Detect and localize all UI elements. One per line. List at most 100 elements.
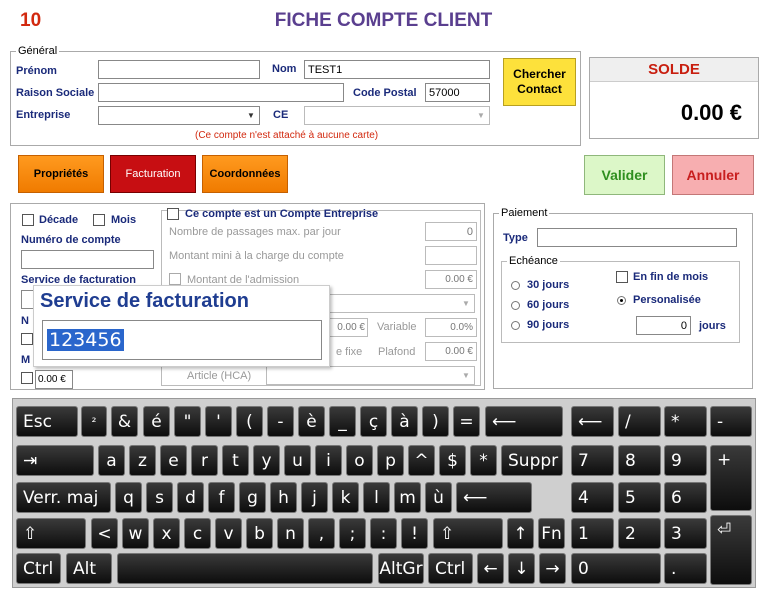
- numpad-1[interactable]: 1: [571, 518, 614, 549]
- entreprise-select[interactable]: ▼: [98, 106, 260, 125]
- passages-input[interactable]: 0: [425, 222, 477, 241]
- key-n[interactable]: n: [277, 518, 304, 549]
- validate-button[interactable]: Valider: [584, 155, 665, 195]
- numpad-decimal[interactable]: .: [664, 553, 707, 584]
- admission-input[interactable]: 0.00 €: [425, 270, 477, 289]
- radio-60-jours[interactable]: [511, 301, 520, 310]
- tab-coordonnees[interactable]: Coordonnées: [202, 155, 288, 193]
- key-underscore[interactable]: _: [329, 406, 356, 437]
- key-suppr[interactable]: Suppr: [501, 445, 563, 476]
- key-arrow-right[interactable]: →: [539, 553, 566, 584]
- key-ctrl-right[interactable]: Ctrl: [428, 553, 473, 584]
- numpad-0[interactable]: 0: [571, 553, 661, 584]
- type-input[interactable]: [537, 228, 737, 247]
- key-p[interactable]: p: [377, 445, 404, 476]
- numpad-6[interactable]: 6: [664, 482, 707, 513]
- key-fn[interactable]: Fn: [538, 518, 565, 549]
- numpad-3[interactable]: 3: [664, 518, 707, 549]
- key-less-than[interactable]: <: [91, 518, 118, 549]
- key-m[interactable]: m: [394, 482, 421, 513]
- key-e-acute[interactable]: é: [143, 406, 170, 437]
- prenom-input[interactable]: [98, 60, 260, 79]
- key-c-cedilla[interactable]: ç: [360, 406, 387, 437]
- raison-sociale-input[interactable]: [98, 83, 344, 102]
- cancel-button[interactable]: Annuler: [672, 155, 754, 195]
- key-colon[interactable]: :: [370, 518, 397, 549]
- key-comma[interactable]: ,: [308, 518, 335, 549]
- company-account-checkbox[interactable]: [167, 208, 179, 220]
- tab-icon[interactable]: ⇥: [16, 445, 94, 476]
- key-minus[interactable]: -: [267, 406, 294, 437]
- key-o[interactable]: o: [346, 445, 373, 476]
- key-space[interactable]: [117, 553, 373, 584]
- nom-input[interactable]: TEST1: [304, 60, 490, 79]
- key-w[interactable]: w: [122, 518, 149, 549]
- key-arrow-up[interactable]: ↑: [507, 518, 534, 549]
- key-paren-close[interactable]: ): [422, 406, 449, 437]
- key-c[interactable]: c: [184, 518, 211, 549]
- mois-amount-input[interactable]: 0.00 €: [35, 370, 73, 389]
- key-ampersand[interactable]: &: [111, 406, 138, 437]
- key-ctrl-left[interactable]: Ctrl: [16, 553, 61, 584]
- key-superscript-2[interactable]: ²: [81, 406, 107, 437]
- radio-90-jours[interactable]: [511, 321, 520, 330]
- radio-30-jours[interactable]: [511, 281, 520, 290]
- key-l[interactable]: l: [363, 482, 390, 513]
- numpad-5[interactable]: 5: [618, 482, 661, 513]
- code-postal-input[interactable]: 57000: [425, 83, 490, 102]
- key-asterisk[interactable]: *: [470, 445, 497, 476]
- key-a-grave[interactable]: à: [391, 406, 418, 437]
- tab-facturation[interactable]: Facturation: [110, 155, 196, 193]
- numpad-minus[interactable]: -: [710, 406, 752, 437]
- account-number-input[interactable]: [21, 250, 154, 269]
- numpad-2[interactable]: 2: [618, 518, 661, 549]
- key-t[interactable]: t: [222, 445, 249, 476]
- fin-mois-checkbox[interactable]: [616, 271, 628, 283]
- key-r[interactable]: r: [191, 445, 218, 476]
- key-j[interactable]: j: [301, 482, 328, 513]
- plafond-input[interactable]: 0.00 €: [425, 342, 477, 361]
- key-g[interactable]: g: [239, 482, 266, 513]
- key-apostrophe[interactable]: ': [205, 406, 232, 437]
- key-exclamation[interactable]: !: [401, 518, 428, 549]
- key-e[interactable]: e: [160, 445, 187, 476]
- key-esc[interactable]: Esc: [16, 406, 78, 437]
- montant-mini-input[interactable]: [425, 246, 477, 265]
- numpad-plus[interactable]: +: [710, 445, 752, 511]
- key-i[interactable]: i: [315, 445, 342, 476]
- key-y[interactable]: y: [253, 445, 280, 476]
- key-alt[interactable]: Alt: [66, 553, 112, 584]
- numpad-backspace-icon[interactable]: ⟵: [571, 406, 614, 437]
- backspace-icon[interactable]: ⟵: [485, 406, 563, 437]
- key-caret[interactable]: ^: [408, 445, 435, 476]
- field-checkbox[interactable]: [21, 333, 33, 345]
- numpad-9[interactable]: 9: [664, 445, 707, 476]
- key-a[interactable]: a: [98, 445, 125, 476]
- shift-left-icon[interactable]: ⇧: [16, 518, 86, 549]
- key-semicolon[interactable]: ;: [339, 518, 366, 549]
- radio-personnalisee[interactable]: [617, 296, 626, 305]
- ce-select[interactable]: ▼: [304, 106, 490, 125]
- key-arrow-left[interactable]: ←: [477, 553, 504, 584]
- key-dollar[interactable]: $: [439, 445, 466, 476]
- key-d[interactable]: d: [177, 482, 204, 513]
- popup-input[interactable]: 123456: [42, 320, 322, 360]
- key-quote[interactable]: ": [174, 406, 201, 437]
- article-select[interactable]: ▼: [266, 366, 475, 385]
- key-equals[interactable]: =: [453, 406, 480, 437]
- search-contact-button[interactable]: Chercher Contact: [503, 58, 576, 106]
- key-caps-lock[interactable]: Verr. maj: [16, 482, 111, 513]
- key-x[interactable]: x: [153, 518, 180, 549]
- numpad-7[interactable]: 7: [571, 445, 614, 476]
- key-altgr[interactable]: AltGr: [378, 553, 424, 584]
- mois-amount-checkbox[interactable]: [21, 372, 33, 384]
- key-k[interactable]: k: [332, 482, 359, 513]
- numpad-multiply[interactable]: *: [664, 406, 707, 437]
- numpad-8[interactable]: 8: [618, 445, 661, 476]
- numpad-4[interactable]: 4: [571, 482, 614, 513]
- numpad-enter-icon[interactable]: ⏎: [710, 515, 752, 585]
- key-z[interactable]: z: [129, 445, 156, 476]
- key-u[interactable]: u: [284, 445, 311, 476]
- variable-input[interactable]: 0.0%: [425, 318, 477, 337]
- numpad-divide[interactable]: /: [618, 406, 661, 437]
